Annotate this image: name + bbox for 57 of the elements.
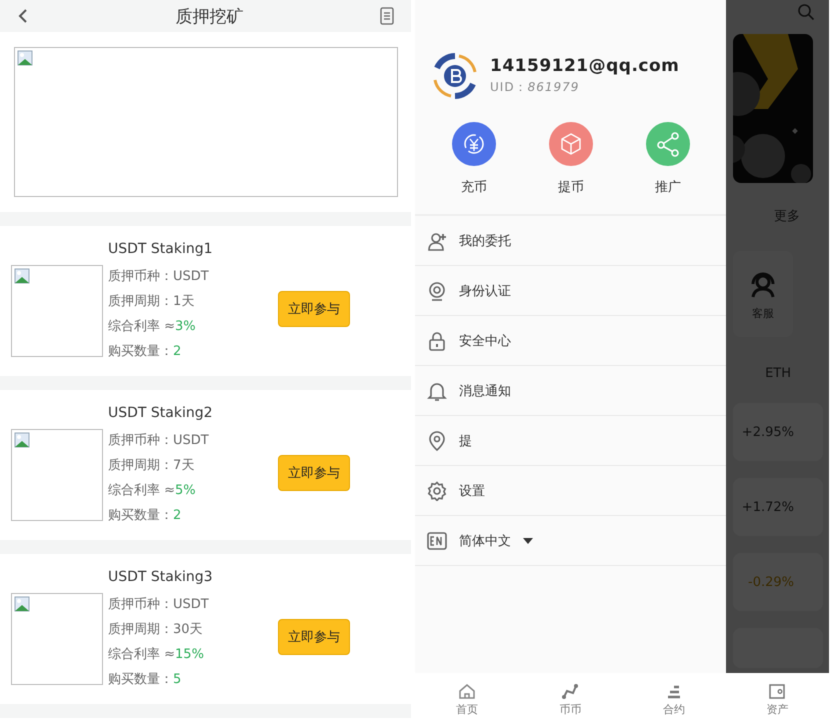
change-value: -0.29% (748, 574, 794, 590)
menu-item[interactable]: 简体中文 (415, 516, 726, 566)
tab-item[interactable]: 币币 (518, 673, 622, 725)
field-value: 15% (175, 646, 204, 662)
field-value: 3% (175, 318, 196, 334)
field-label: 质押周期： (108, 622, 173, 636)
service-label: 客服 (752, 306, 774, 320)
change-value: +1.72% (742, 500, 794, 514)
menu-label: 我的委托 (459, 232, 511, 250)
product-name: USDT Staking2 (108, 404, 214, 422)
field-value: USDT (173, 432, 209, 448)
join-button[interactable]: 立即参与 (278, 455, 350, 491)
action-label[interactable]: 提币 (558, 178, 584, 196)
action-label[interactable]: 推广 (655, 178, 681, 196)
join-button[interactable]: 立即参与 (278, 619, 350, 655)
field-value: 5 (173, 672, 182, 686)
field-value: 1天 (173, 294, 194, 308)
field-value: USDT (173, 268, 209, 284)
tab-label: 资产 (766, 702, 788, 716)
tab-label: 合约 (662, 702, 685, 716)
page-title: 质押挖矿 (176, 6, 244, 28)
menu-label: 身份认证 (459, 282, 511, 300)
tab-label: 首页 (456, 702, 478, 716)
field-label: 综合利率 ≈ (108, 482, 176, 498)
tab-label: 币币 (559, 702, 582, 716)
field-label: 质押币种： (108, 432, 173, 448)
field-label: 质押币种： (108, 596, 173, 612)
product-name: USDT Staking3 (108, 568, 214, 586)
uid-label: UID： (490, 80, 528, 94)
field-value: 5% (175, 482, 196, 498)
field-label: 质押周期： (108, 294, 173, 308)
menu-label: 设置 (459, 482, 485, 500)
tab-item[interactable]: 资产 (726, 673, 829, 725)
field-label: 综合利率 ≈ (108, 318, 176, 334)
field-label: 质押周期： (108, 458, 173, 472)
field-label: 购买数量： (108, 672, 173, 686)
menu-label: 安全中心 (459, 332, 511, 350)
field-value: 7天 (173, 458, 194, 472)
field-value: 30天 (173, 622, 203, 636)
change-value: +2.95% (742, 424, 794, 440)
field-value: USDT (173, 596, 209, 612)
field-label: 质押币种： (108, 268, 173, 284)
field-label: 购买数量： (108, 508, 173, 522)
join-button[interactable]: 立即参与 (278, 291, 350, 327)
user-email: 14159121@qq.com (490, 56, 680, 76)
menu-label: 消息通知 (459, 382, 511, 400)
field-label: 综合利率 ≈ (108, 646, 176, 662)
field-value: 2 (173, 344, 182, 358)
uid-value: 861979 (528, 80, 580, 94)
field-value: 2 (173, 508, 182, 522)
menu-label: 简体中文 (459, 532, 511, 550)
product-name: USDT Staking1 (108, 240, 214, 258)
field-label: 购买数量： (108, 344, 173, 358)
tab-item[interactable]: 合约 (622, 673, 726, 725)
action-label[interactable]: 充币 (461, 178, 487, 196)
menu-label: 提 (459, 432, 472, 450)
tab-item[interactable]: 首页 (415, 673, 518, 725)
